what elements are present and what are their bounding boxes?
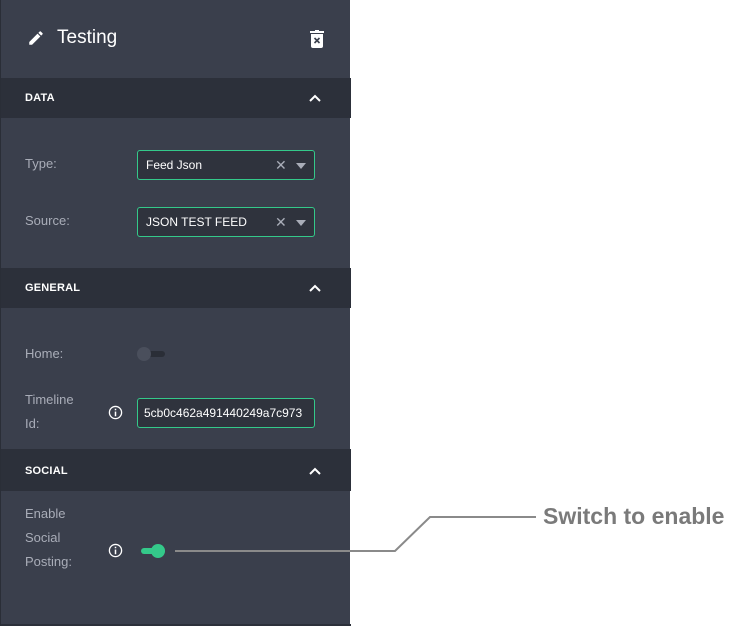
source-select[interactable]: JSON TEST FEED ✕ [137,207,315,237]
trash-icon[interactable] [310,30,324,48]
type-label: Type: [25,156,57,171]
clear-icon[interactable]: ✕ [275,157,287,174]
timeline-id-input[interactable] [137,398,315,428]
source-select-value: JSON TEST FEED [146,215,247,229]
section-header-general[interactable]: GENERAL [1,268,351,308]
social-posting-toggle[interactable] [137,544,165,558]
panel-title: Testing [57,27,118,48]
timeline-label-line2: Id: [25,416,40,431]
chevron-up-icon[interactable] [308,91,322,105]
toggle-knob [137,347,151,361]
chevron-up-icon[interactable] [308,464,322,478]
section-title-data: DATA [25,92,55,104]
caret-down-icon[interactable] [296,163,306,169]
section-title-social: SOCIAL [25,465,68,477]
pencil-icon[interactable] [27,29,45,47]
properties-panel: Testing DATA Type: Feed Json ✕ Source: J… [0,0,351,626]
home-toggle[interactable] [137,347,165,361]
chevron-up-icon[interactable] [308,281,322,295]
caret-down-icon[interactable] [296,220,306,226]
source-label: Source: [25,213,70,228]
section-title-general: GENERAL [25,282,81,294]
callout-text: Switch to enable [543,503,725,529]
social-label-line3: Posting: [25,554,72,569]
toggle-knob [151,544,165,558]
timeline-label-line1: Timeline [25,392,74,407]
social-label-line1: Enable [25,506,66,521]
social-label-line2: Social [25,530,61,545]
info-icon[interactable] [108,543,123,558]
section-header-social[interactable]: SOCIAL [1,451,351,491]
section-header-data[interactable]: DATA [1,78,351,118]
type-select-value: Feed Json [146,158,203,172]
clear-icon[interactable]: ✕ [275,214,287,231]
home-label: Home: [25,346,64,361]
type-select[interactable]: Feed Json ✕ [137,150,315,180]
panel-header: Testing [1,0,351,78]
info-icon[interactable] [108,405,123,420]
